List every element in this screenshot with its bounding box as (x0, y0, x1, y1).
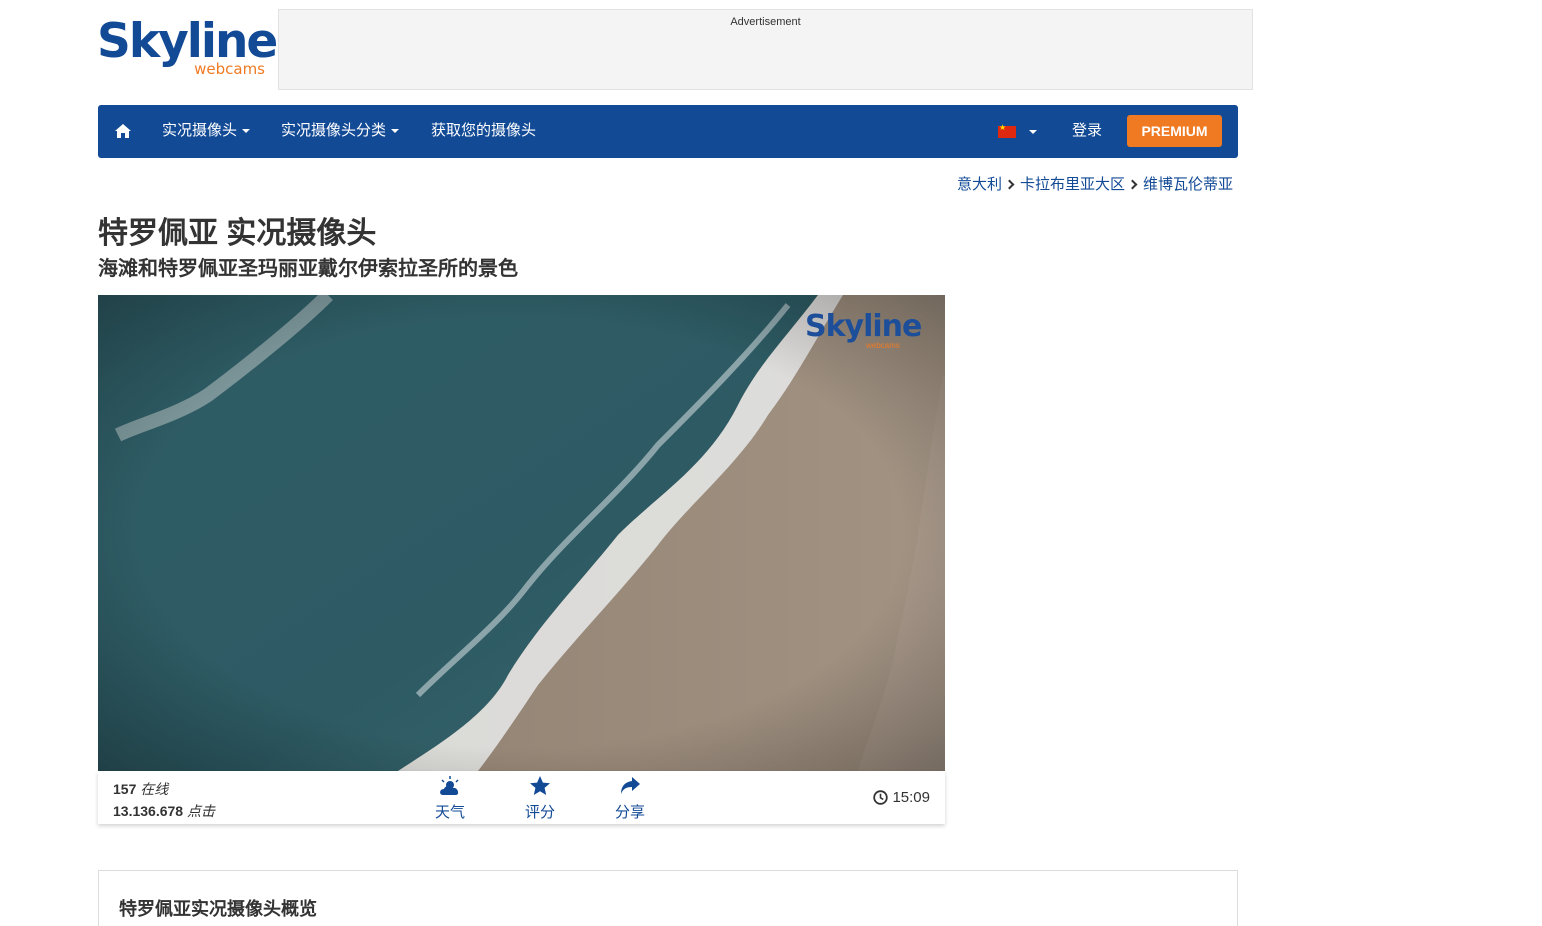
nav-get-your-webcam[interactable]: 获取您的摄像头 (431, 122, 536, 140)
rate-button[interactable]: 评分 (510, 775, 570, 822)
chevron-down-icon (391, 129, 400, 134)
online-count: 157 在线 (113, 779, 168, 799)
chevron-down-icon (242, 129, 251, 134)
nav-live-webcams[interactable]: 实况摄像头 (162, 122, 251, 140)
chevron-right-icon (1004, 179, 1015, 190)
breadcrumb-region[interactable]: 卡拉布里亚大区 (1020, 176, 1125, 193)
page-subtitle: 海滩和特罗佩亚圣玛丽亚戴尔伊索拉圣所的景色 (98, 258, 518, 280)
weather-icon (440, 776, 459, 795)
language-flag-icon[interactable]: ★ (998, 123, 1016, 138)
weather-button[interactable]: 天气 (420, 775, 480, 822)
rate-label: 评分 (524, 804, 555, 821)
page-title: 特罗佩亚 实况摄像头 (98, 217, 377, 250)
click-count-value: 13.136.678 (113, 803, 184, 819)
weather-label: 天气 (434, 804, 465, 821)
clock-icon (873, 790, 889, 805)
home-icon[interactable] (114, 123, 132, 139)
local-time-value: 15:09 (892, 789, 930, 806)
star-icon (530, 776, 550, 795)
chevron-right-icon (1127, 179, 1138, 190)
nav-live-webcams-label: 实况摄像头 (162, 122, 238, 139)
local-time: 15:09 (873, 789, 930, 806)
overview-title: 特罗佩亚实况摄像头概览 (119, 899, 317, 919)
share-icon (621, 777, 640, 794)
online-count-value: 157 (113, 781, 137, 797)
login-link[interactable]: 登录 (1072, 122, 1102, 140)
breadcrumb-province[interactable]: 维博瓦伦蒂亚 (1143, 176, 1233, 193)
nav-webcam-categories-label: 实况摄像头分类 (281, 122, 387, 139)
webcam-image (98, 295, 945, 771)
click-count: 13.136.678 点击 (113, 801, 215, 821)
advertisement-banner: Advertisement (278, 9, 1253, 90)
webcam-player[interactable]: Skyline webcams (98, 295, 945, 771)
breadcrumb-country[interactable]: 意大利 (957, 176, 1002, 193)
logo-subtext: webcams (194, 60, 265, 78)
online-count-label: 在线 (140, 781, 169, 797)
share-label: 分享 (614, 804, 645, 821)
language-chevron-down-icon[interactable] (1029, 130, 1037, 134)
nav-get-your-webcam-label: 获取您的摄像头 (431, 122, 537, 139)
advertisement-label: Advertisement (730, 16, 801, 28)
webcam-watermark: Skyline (805, 309, 922, 344)
webcam-watermark-sub: webcams (866, 341, 900, 350)
premium-button[interactable]: PREMIUM (1127, 115, 1222, 147)
main-navbar: 实况摄像头 实况摄像头分类 获取您的摄像头 ★ 登录 PREMIUM (98, 105, 1238, 158)
share-button[interactable]: 分享 (600, 775, 660, 822)
webcam-info-bar: 157 在线 13.136.678 点击 天气 评分 分享 15:09 (98, 771, 945, 824)
site-logo[interactable]: Skyline webcams (97, 14, 278, 80)
overview-panel: 特罗佩亚实况摄像头概览 (98, 870, 1238, 926)
nav-webcam-categories[interactable]: 实况摄像头分类 (281, 122, 400, 140)
breadcrumb: 意大利 卡拉布里亚大区 维博瓦伦蒂亚 (957, 173, 1233, 194)
logo-wordmark: Skyline (97, 14, 278, 69)
click-count-label: 点击 (186, 803, 215, 819)
